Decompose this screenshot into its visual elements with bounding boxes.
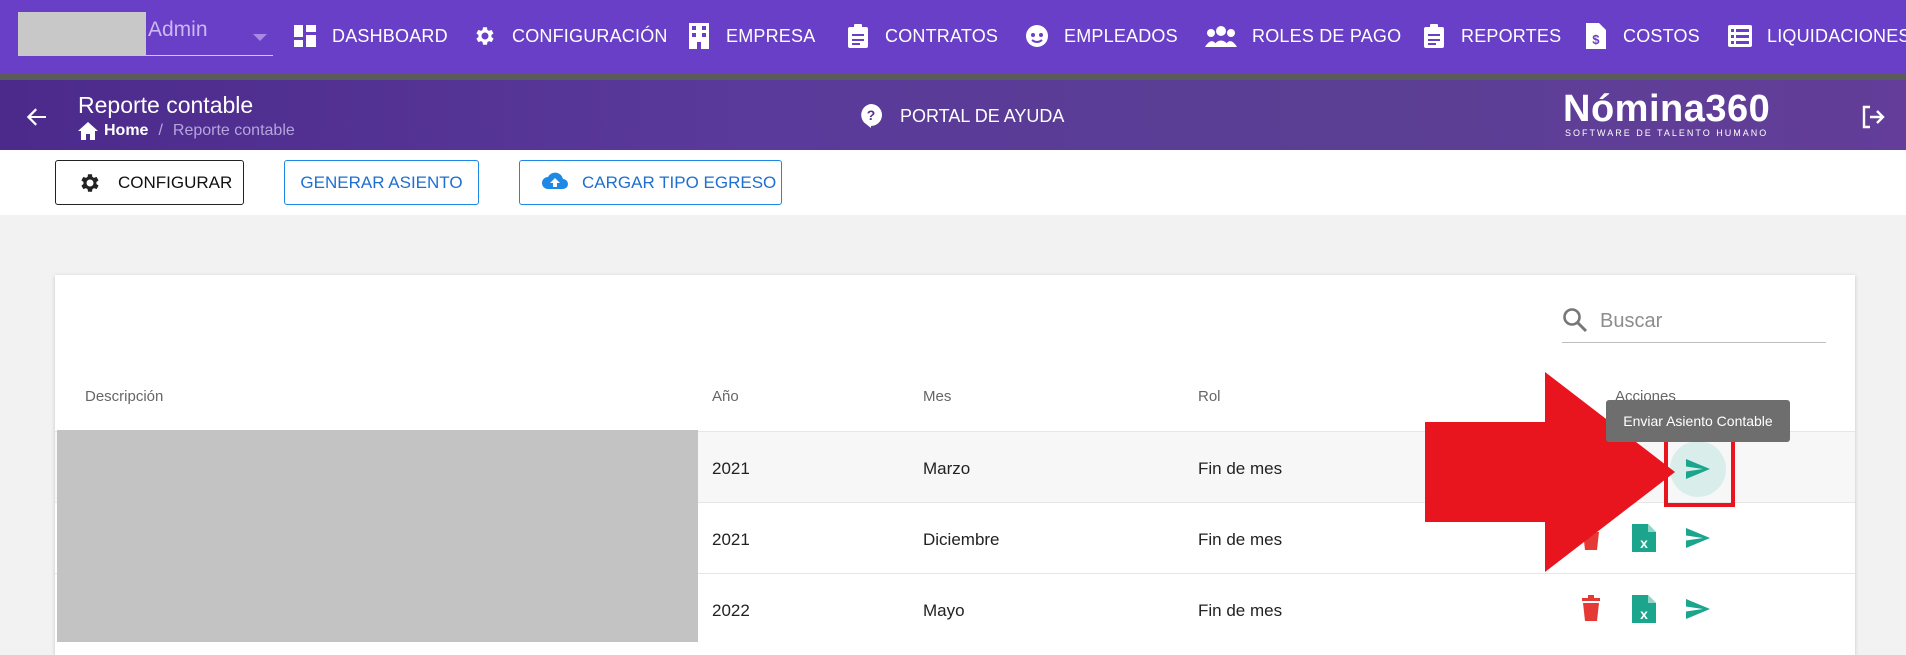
svg-text:x: x bbox=[1640, 606, 1648, 622]
annotation-highlight-box bbox=[1664, 437, 1735, 507]
nav-label: REPORTES bbox=[1461, 25, 1562, 46]
help-portal-link[interactable]: ? PORTAL DE AYUDA bbox=[860, 104, 1064, 128]
cell-anio: 2022 bbox=[712, 601, 750, 620]
cell-rol: Fin de mes bbox=[1198, 530, 1283, 549]
home-icon bbox=[78, 122, 98, 140]
list-icon bbox=[1727, 23, 1753, 49]
delete-icon[interactable] bbox=[1578, 595, 1606, 623]
button-label: CONFIGURAR bbox=[118, 172, 233, 192]
logout-icon[interactable] bbox=[1860, 104, 1886, 130]
redacted-description-block bbox=[57, 430, 698, 642]
nav-label: COSTOS bbox=[1623, 25, 1700, 46]
search-box[interactable] bbox=[1562, 300, 1826, 343]
nav-costos[interactable]: $ COSTOS bbox=[1583, 18, 1700, 54]
logo-title: Nómina360 bbox=[1563, 88, 1771, 130]
dashboard-icon bbox=[292, 23, 318, 49]
send-icon[interactable] bbox=[1684, 524, 1712, 552]
cell-rol: Fin de mes bbox=[1198, 459, 1283, 478]
clipboard-icon bbox=[1421, 23, 1447, 49]
breadcrumb-separator: / bbox=[158, 122, 163, 139]
nav-roles-de-pago[interactable]: ROLES DE PAGO bbox=[1204, 18, 1401, 54]
generar-asiento-button[interactable]: GENERAR ASIENTO bbox=[284, 160, 479, 205]
cloud-upload-icon bbox=[542, 171, 568, 195]
cell-anio: 2021 bbox=[712, 530, 750, 549]
search-icon bbox=[1562, 307, 1590, 335]
button-label: CARGAR TIPO EGRESO bbox=[582, 172, 777, 192]
gear-icon bbox=[472, 23, 498, 49]
clipboard-icon bbox=[845, 23, 871, 49]
column-header-descripcion[interactable]: Descripción bbox=[85, 388, 163, 405]
dollar-file-icon: $ bbox=[1583, 23, 1609, 49]
help-icon: ? bbox=[860, 104, 884, 128]
column-header-anio[interactable]: Año bbox=[712, 388, 739, 405]
button-label: GENERAR ASIENTO bbox=[300, 172, 463, 192]
nav-label: EMPRESA bbox=[726, 25, 816, 46]
gear-icon bbox=[78, 171, 102, 195]
nav-empresa[interactable]: EMPRESA bbox=[686, 18, 815, 54]
top-navigation: Admin DASHBOARD CONFIGURACIÓN EMPRESA CO… bbox=[0, 0, 1906, 74]
configurar-button[interactable]: CONFIGURAR bbox=[55, 160, 244, 205]
tooltip: Enviar Asiento Contable bbox=[1606, 400, 1790, 442]
logo: Nómina360 SOFTWARE DE TALENTO HUMANO bbox=[1563, 88, 1770, 138]
face-icon bbox=[1024, 23, 1050, 49]
help-label: PORTAL DE AYUDA bbox=[900, 105, 1065, 126]
excel-icon[interactable]: x bbox=[1632, 595, 1660, 623]
search-input[interactable] bbox=[1598, 308, 1808, 334]
nav-empleados[interactable]: EMPLEADOS bbox=[1024, 18, 1178, 54]
cell-mes: Mayo bbox=[923, 601, 965, 620]
nav-label: DASHBOARD bbox=[332, 25, 448, 46]
people-icon bbox=[1204, 23, 1238, 49]
nav-configuracion[interactable]: CONFIGURACIÓN bbox=[472, 18, 668, 54]
building-icon bbox=[686, 23, 712, 49]
nav-liquidaciones[interactable]: LIQUIDACIONES bbox=[1727, 18, 1906, 54]
nav-label: ROLES DE PAGO bbox=[1252, 25, 1402, 46]
cell-rol: Fin de mes bbox=[1198, 601, 1283, 620]
page-header: Reporte contable Home / Reporte contable… bbox=[0, 80, 1906, 150]
page-title: Reporte contable bbox=[78, 92, 254, 118]
cell-anio: 2021 bbox=[712, 459, 750, 478]
back-arrow-icon[interactable] bbox=[24, 104, 50, 130]
send-icon[interactable] bbox=[1684, 595, 1712, 623]
action-toolbar: CONFIGURAR GENERAR ASIENTO CARGAR TIPO E… bbox=[0, 150, 1906, 215]
nav-dashboard[interactable]: DASHBOARD bbox=[292, 18, 448, 54]
breadcrumb-current: Reporte contable bbox=[172, 122, 295, 139]
nav-label: CONTRATOS bbox=[885, 25, 999, 46]
nav-label: CONFIGURACIÓN bbox=[512, 25, 668, 46]
chevron-down-icon bbox=[253, 34, 267, 41]
nav-label: LIQUIDACIONES bbox=[1767, 25, 1906, 46]
column-header-rol[interactable]: Rol bbox=[1198, 388, 1221, 405]
cell-mes: Diciembre bbox=[923, 530, 1000, 549]
svg-text:$: $ bbox=[1592, 32, 1600, 47]
user-menu[interactable]: Admin bbox=[18, 12, 273, 56]
cell-mes: Marzo bbox=[923, 459, 971, 478]
user-name: Admin bbox=[148, 18, 208, 41]
cargar-tipo-egreso-button[interactable]: CARGAR TIPO EGRESO bbox=[519, 160, 782, 205]
svg-text:?: ? bbox=[867, 107, 876, 123]
nav-reportes[interactable]: REPORTES bbox=[1421, 18, 1561, 54]
nav-contratos[interactable]: CONTRATOS bbox=[845, 18, 998, 54]
nav-label: EMPLEADOS bbox=[1064, 25, 1178, 46]
column-header-mes[interactable]: Mes bbox=[923, 388, 951, 405]
breadcrumb-home[interactable]: Home bbox=[104, 122, 148, 140]
logo-subtitle: SOFTWARE DE TALENTO HUMANO bbox=[1565, 128, 1769, 138]
breadcrumb: Home / Reporte contable bbox=[78, 122, 295, 140]
avatar bbox=[18, 12, 146, 56]
